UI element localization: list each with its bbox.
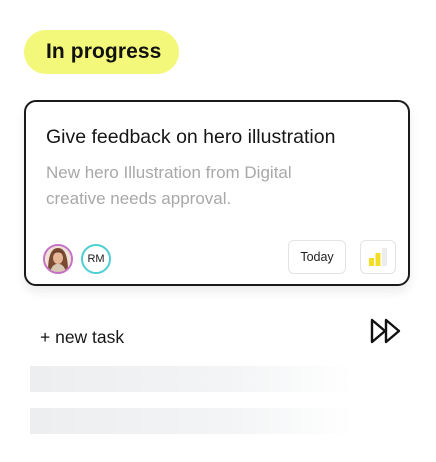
- user-photo-avatar: [45, 246, 71, 272]
- priority-chip[interactable]: [360, 240, 396, 274]
- new-task-button[interactable]: + new task: [40, 327, 124, 348]
- task-title: Give feedback on hero illustration: [46, 126, 336, 148]
- assignee-initials-avatar[interactable]: RM: [81, 244, 111, 274]
- skeleton-placeholder-row: [30, 366, 354, 392]
- task-card[interactable]: Give feedback on hero illustration New h…: [24, 100, 410, 286]
- priority-bars-icon: [369, 248, 387, 266]
- fast-forward-icon[interactable]: [369, 316, 405, 346]
- skeleton-placeholder-row: [30, 408, 354, 434]
- due-date-chip[interactable]: Today: [288, 240, 346, 274]
- status-pill: In progress: [24, 30, 180, 74]
- assignee-photo-avatar[interactable]: [43, 244, 73, 274]
- task-description: New hero Illustration from Digital creat…: [46, 163, 292, 208]
